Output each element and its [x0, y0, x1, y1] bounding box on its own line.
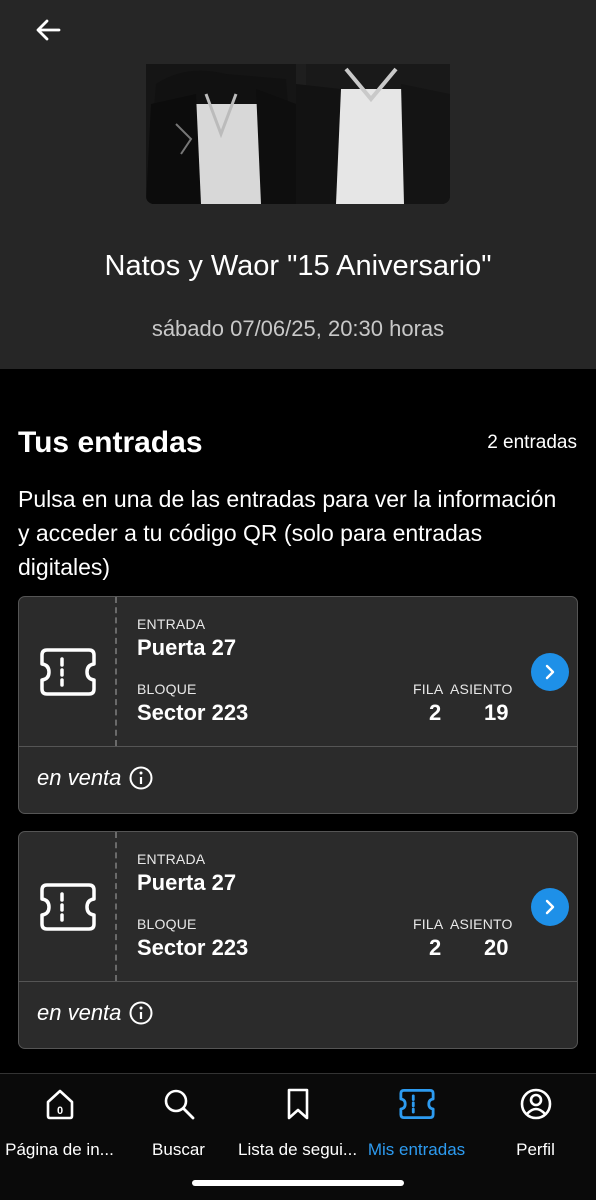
- ticket-divider: [19, 981, 577, 982]
- ticket-perforation: [115, 832, 117, 981]
- info-icon[interactable]: [129, 766, 153, 790]
- fila-label: FILA: [413, 916, 444, 932]
- sale-status[interactable]: en venta: [37, 765, 153, 791]
- bloque-label: BLOQUE: [137, 916, 197, 932]
- asiento-label: ASIENTO: [450, 916, 513, 932]
- arrow-left-icon: [36, 19, 61, 41]
- profile-icon: [520, 1088, 551, 1120]
- bloque-value: Sector 223: [137, 935, 249, 960]
- bloque-value: Sector 223: [137, 700, 249, 725]
- nav-item-search[interactable]: Buscar: [119, 1086, 238, 1166]
- open-ticket-button[interactable]: [531, 653, 569, 691]
- event-image: [146, 64, 450, 204]
- nav-item-profile[interactable]: Perfil: [476, 1086, 595, 1166]
- nav-label-home: Página de in...: [5, 1140, 114, 1159]
- chevron-right-icon: [545, 664, 555, 680]
- ticket-details[interactable]: ENTRADA Puerta 27 BLOQUE Sector 223 FILA…: [19, 832, 577, 981]
- nav-item-my-tickets[interactable]: Mis entradas: [357, 1086, 476, 1166]
- entrada-label: ENTRADA: [137, 851, 206, 867]
- sale-status-text: en venta: [37, 1000, 122, 1025]
- nav-item-watchlist[interactable]: Lista de segui...: [238, 1086, 357, 1166]
- asiento-label: ASIENTO: [450, 681, 513, 697]
- bookmark-icon: [287, 1088, 308, 1120]
- nav-label-my-tickets: Mis entradas: [367, 1140, 466, 1159]
- home-indicator[interactable]: [192, 1180, 404, 1186]
- nav-label-profile: Perfil: [516, 1140, 555, 1159]
- bloque-label: BLOQUE: [137, 681, 197, 697]
- ticket-perforation: [115, 597, 117, 746]
- svg-text:0: 0: [56, 1105, 62, 1117]
- section-title: Tus entradas: [18, 426, 203, 459]
- event-date: sábado 07/06/25, 20:30 horas: [151, 316, 445, 341]
- entrada-value: Puerta 27: [137, 635, 237, 660]
- ticket-card[interactable]: ENTRADA Puerta 27 BLOQUE Sector 223 FILA…: [18, 831, 578, 1049]
- ticket-card[interactable]: ENTRADA Puerta 27 BLOQUE Sector 223 FILA…: [18, 596, 578, 814]
- ticket-icon: [40, 883, 96, 931]
- event-title: Natos y Waor "15 Aniversario": [104, 250, 492, 282]
- fila-value: 2: [429, 700, 442, 725]
- event-header: Natos y Waor "15 Aniversario" sábado 07/…: [0, 0, 596, 369]
- ticket-divider: [19, 746, 577, 747]
- chevron-right-icon: [545, 899, 555, 915]
- nav-label-search: Buscar: [152, 1140, 205, 1159]
- entrada-value: Puerta 27: [137, 870, 237, 895]
- open-ticket-button[interactable]: [531, 888, 569, 926]
- fila-value: 2: [429, 935, 442, 960]
- search-icon: [164, 1089, 194, 1120]
- sale-status[interactable]: en venta: [37, 1000, 153, 1026]
- ticket-count: 2 entradas: [487, 432, 577, 453]
- home-icon: 0: [46, 1089, 73, 1120]
- asiento-value: 20: [484, 935, 509, 960]
- ticket-details[interactable]: ENTRADA Puerta 27 BLOQUE Sector 223 FILA…: [19, 597, 577, 746]
- ticket-icon: [398, 1088, 435, 1120]
- ticket-icon: [40, 648, 96, 696]
- nav-label-watchlist: Lista de segui...: [238, 1140, 358, 1159]
- entrada-label: ENTRADA: [137, 616, 206, 632]
- asiento-value: 19: [484, 700, 509, 725]
- back-button[interactable]: [30, 12, 66, 48]
- fila-label: FILA: [413, 681, 444, 697]
- instructions-text: Pulsa en una de las entradas para ver la…: [18, 486, 557, 580]
- nav-item-home[interactable]: 0 Página de in...: [0, 1086, 119, 1166]
- info-icon[interactable]: [129, 1001, 153, 1025]
- sale-status-text: en venta: [37, 765, 122, 790]
